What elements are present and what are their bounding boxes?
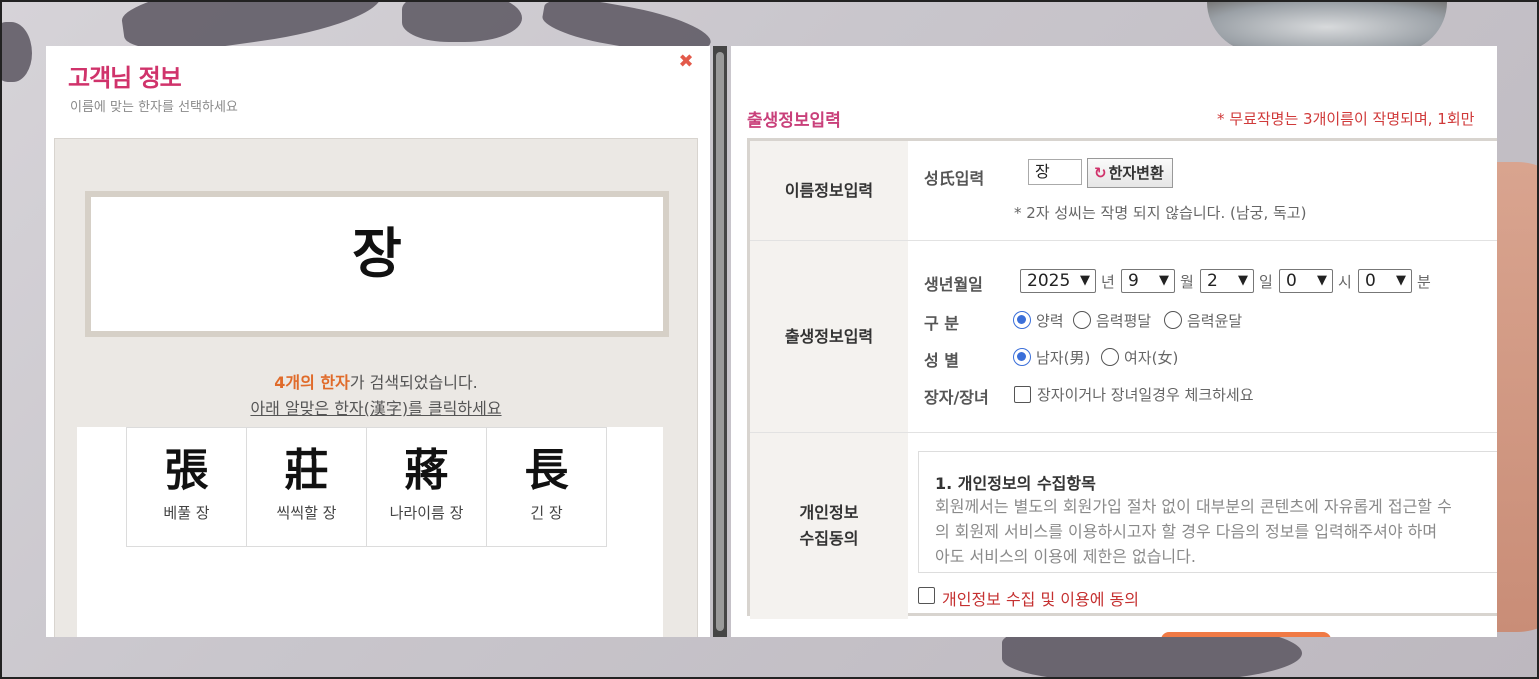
hanja-convert-button[interactable]: ↻ 한자변환	[1087, 158, 1173, 188]
hour-unit: 시	[1338, 273, 1352, 291]
eldest-text: 장자이거나 장녀일경우 체크하세요	[1037, 386, 1254, 404]
chevron-down-icon: ▼	[1080, 273, 1090, 288]
hanja-list-area: 張 베풀 장 莊 씩씩할 장 蔣 나라이름 장 長 긴 장	[77, 427, 663, 637]
row-label-name: 이름정보입력	[750, 141, 908, 240]
gender-label: 성 별	[924, 351, 960, 370]
eldest-checkbox[interactable]	[1014, 386, 1031, 403]
year-unit: 년	[1101, 273, 1115, 291]
surname-input[interactable]: 장	[1028, 159, 1082, 185]
popup-title: 고객님 정보	[68, 64, 182, 92]
calendar-radio-leap[interactable]	[1164, 311, 1182, 329]
calendar-option-leap: 음력윤달	[1187, 312, 1243, 330]
hanja-select-area: 장 4개의 한자가 검색되었습니다. 아래 알맞은 한자(漢字)를 클릭하세요 …	[54, 138, 698, 637]
hanja-char: 張	[164, 445, 209, 496]
calendar-label: 구 분	[924, 314, 960, 333]
hanja-reading: 베풀 장	[163, 504, 210, 522]
submit-button[interactable]	[1161, 632, 1331, 637]
gender-radio-female[interactable]	[1101, 348, 1119, 366]
scrollbar-thumb[interactable]	[716, 52, 724, 631]
calendar-option-lunar: 음력평달	[1096, 312, 1152, 330]
birth-info-form: 이름정보입력 성氏입력 장 ↻ 한자변환 * 2자 성씨는 작명 되지 않습니다.…	[747, 138, 1497, 619]
eldest-label: 장자/장녀	[924, 388, 989, 407]
name-display-box: 장	[85, 191, 669, 337]
calendar-option-solar: 양력	[1036, 312, 1064, 330]
minute-unit: 분	[1417, 273, 1431, 291]
hanja-reading: 씩씩할 장	[276, 504, 337, 522]
result-count: 4개의 한자가 검색되었습니다.	[274, 373, 478, 392]
calendar-radio-lunar[interactable]	[1073, 311, 1091, 329]
name-display: 장	[352, 222, 402, 285]
day-unit: 일	[1259, 273, 1273, 291]
hanja-option-2[interactable]: 莊 씩씩할 장	[246, 427, 367, 547]
click-instruction: 아래 알맞은 한자(漢字)를 클릭하세요	[250, 399, 502, 418]
consent-box-title: 1. 개인정보의 수집항목	[935, 474, 1096, 493]
year-select[interactable]: 2025 ▼	[1020, 269, 1096, 293]
consent-agree-label[interactable]: 개인정보 수집 및 이용에 동의	[942, 586, 1139, 610]
birth-info-form-panel: 출생정보입력 * 무료작명는 3개이름이 작명되며, 1회만 이름정보입력 성氏…	[731, 46, 1497, 637]
chevron-down-icon: ▼	[1317, 273, 1327, 288]
hanja-reading: 긴 장	[530, 504, 563, 522]
hanja-char: 莊	[284, 445, 329, 496]
gender-option-female: 여자(女)	[1124, 349, 1179, 367]
hour-select[interactable]: 0 ▼	[1279, 269, 1333, 293]
row-label-consent: 개인정보 수집동의	[750, 433, 908, 619]
surname-label: 성氏입력	[924, 169, 985, 188]
close-icon[interactable]: ✖	[678, 53, 694, 71]
customer-info-popup: 고객님 정보 이름에 맞는 한자를 선택하세요 ✖ 장 4개의 한자가 검색되었…	[46, 46, 710, 637]
popup-subtitle: 이름에 맞는 한자를 선택하세요	[70, 100, 238, 115]
chevron-down-icon: ▼	[1238, 273, 1248, 288]
hanja-option-3[interactable]: 蔣 나라이름 장	[366, 427, 487, 547]
consent-box-body: 회원께서는 별도의 회원가입 절차 없이 대부분의 콘텐츠에 자유롭게 접근할 …	[935, 497, 1452, 566]
gender-radio-male[interactable]	[1013, 348, 1031, 366]
surname-note: * 2자 성씨는 작명 되지 않습니다. (남궁, 독고)	[1014, 204, 1307, 222]
hanja-option-4[interactable]: 長 긴 장	[486, 427, 607, 547]
chevron-down-icon: ▼	[1159, 273, 1169, 288]
minute-select[interactable]: 0 ▼	[1358, 269, 1412, 293]
hanja-char: 蔣	[404, 445, 449, 496]
name-info-row: 이름정보입력 성氏입력 장 ↻ 한자변환 * 2자 성씨는 작명 되지 않습니다.…	[750, 141, 1497, 241]
hanja-char: 長	[524, 445, 569, 496]
month-unit: 월	[1180, 273, 1194, 291]
section-title: 출생정보입력	[747, 111, 841, 131]
row-label-birth: 출생정보입력	[750, 241, 908, 432]
vertical-scrollbar[interactable]	[713, 46, 727, 637]
calendar-radio-solar[interactable]	[1013, 311, 1031, 329]
month-select[interactable]: 9 ▼	[1121, 269, 1175, 293]
consent-checkbox[interactable]	[918, 587, 935, 604]
birth-info-row: 출생정보입력 생년월일 2025 ▼ 년 9 ▼ 월 2 ▼ 일 0 ▼ 시 0 ▼ 분 …	[750, 241, 1497, 433]
gender-option-male: 남자(男)	[1036, 349, 1091, 367]
hanja-reading: 나라이름 장	[389, 504, 464, 522]
consent-row: 개인정보 수집동의 1. 개인정보의 수집항목 회원께서는 별도의 회원가입 절차…	[750, 433, 1497, 619]
hanja-option-1[interactable]: 張 베풀 장	[126, 427, 247, 547]
chevron-down-icon: ▼	[1396, 273, 1406, 288]
refresh-icon: ↻	[1094, 164, 1107, 182]
hanja-grid: 張 베풀 장 莊 씩씩할 장 蔣 나라이름 장 長 긴 장	[126, 427, 607, 547]
birthdate-label: 생년월일	[924, 275, 983, 294]
day-select[interactable]: 2 ▼	[1200, 269, 1254, 293]
free-naming-notice: * 무료작명는 3개이름이 작명되며, 1회만	[1217, 110, 1475, 128]
consent-text-box[interactable]: 1. 개인정보의 수집항목 회원께서는 별도의 회원가입 절차 없이 대부분의 …	[918, 451, 1497, 573]
